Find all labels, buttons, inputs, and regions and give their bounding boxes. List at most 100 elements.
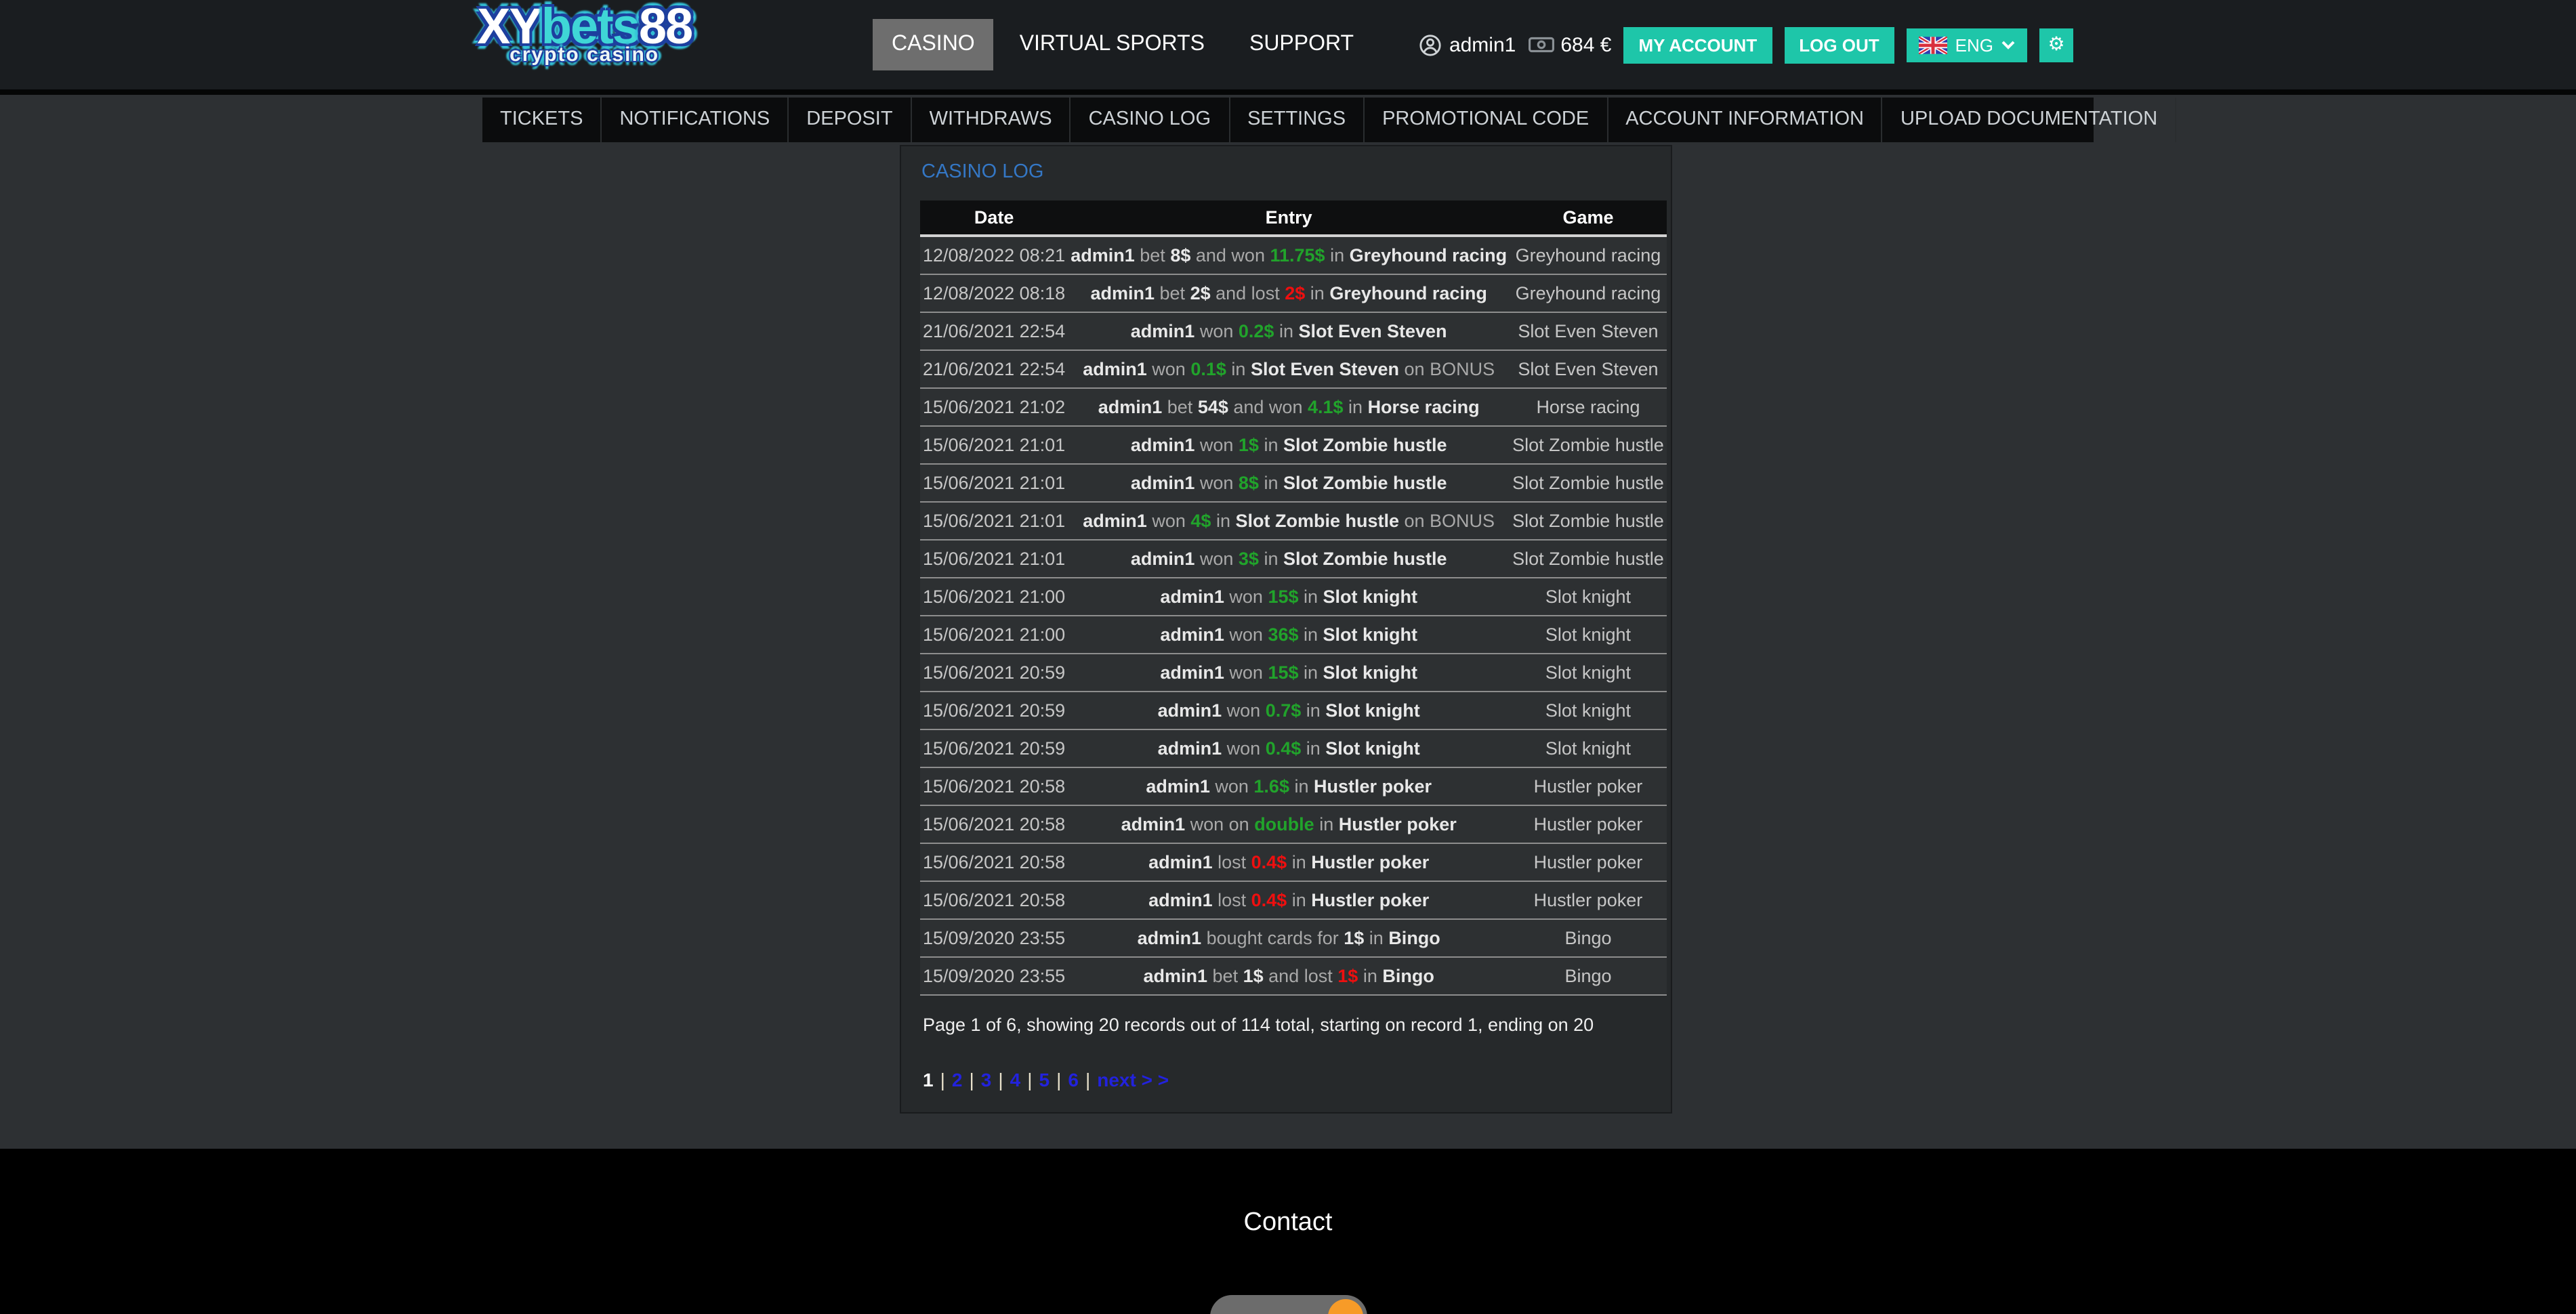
cell-entry: admin1 bought cards for 1$ in Bingo [1068, 919, 1510, 958]
balance: 684 € [1528, 33, 1611, 56]
subnav-item-settings[interactable]: SETTINGS [1230, 98, 1365, 142]
cell-date: 15/06/2021 21:00 [920, 578, 1068, 616]
pagination-separator: | [1027, 1069, 1033, 1090]
top-header: XYbets88 crypto casino CASINO VIRTUAL SP… [0, 0, 2576, 89]
nav-item-virtual-sports[interactable]: VIRTUAL SPORTS [1001, 19, 1224, 70]
table-row: 15/06/2021 20:58 admin1 lost 0.4$ in Hust… [920, 843, 1667, 882]
page-footer: Contact [0, 1149, 2576, 1314]
cell-date: 15/06/2021 21:02 [920, 388, 1068, 427]
pagination-page-5[interactable]: 5 [1039, 1069, 1050, 1090]
cell-date: 15/06/2021 21:01 [920, 540, 1068, 578]
cell-game: Slot knight [1510, 578, 1667, 616]
cell-date: 15/06/2021 20:58 [920, 881, 1068, 920]
pagination-separator: | [940, 1069, 945, 1090]
cell-game: Slot Zombie hustle [1510, 464, 1667, 503]
cell-game: Slot Zombie hustle [1510, 540, 1667, 578]
cell-date: 15/06/2021 20:58 [920, 843, 1068, 882]
cell-game: Hustler poker [1510, 805, 1667, 844]
cell-date: 21/06/2021 22:54 [920, 350, 1068, 389]
cell-entry: admin1 won 0.1$ in Slot Even Steven on B… [1068, 350, 1510, 389]
main-nav: CASINO VIRTUAL SPORTS SUPPORT [873, 0, 1373, 89]
cell-game: Bingo [1510, 919, 1667, 958]
table-row: 21/06/2021 22:54 admin1 won 0.2$ in Slot … [920, 312, 1667, 351]
page-title: CASINO LOG [921, 161, 1044, 183]
pagination-next[interactable]: next > > [1097, 1069, 1169, 1090]
table-row: 15/06/2021 21:01 admin1 won 4$ in Slot Zo… [920, 502, 1667, 541]
my-account-button[interactable]: MY ACCOUNT [1623, 26, 1772, 63]
cell-entry: admin1 won 0.7$ in Slot knight [1068, 692, 1510, 730]
subnav-item-tickets[interactable]: TICKETS [482, 98, 602, 142]
chat-widget[interactable] [1209, 1295, 1367, 1314]
nav-item-casino[interactable]: CASINO [873, 19, 994, 70]
cell-game: Slot Even Steven [1510, 312, 1667, 351]
cell-entry: admin1 won 0.4$ in Slot knight [1068, 729, 1510, 768]
cell-entry: admin1 bet 8$ and won 11.75$ in Greyhoun… [1068, 236, 1510, 275]
subnav-item-notifications[interactable]: NOTIFICATIONS [602, 98, 789, 142]
table-row: 15/06/2021 20:59 admin1 won 15$ in Slot k… [920, 654, 1667, 692]
cell-date: 15/06/2021 20:59 [920, 654, 1068, 692]
pagination-separator: | [1085, 1069, 1091, 1090]
cell-date: 15/06/2021 21:01 [920, 502, 1068, 541]
subnav-item-withdraws[interactable]: WITHDRAWS [912, 98, 1071, 142]
nav-item-support[interactable]: SUPPORT [1230, 19, 1373, 70]
language-selector[interactable]: ENG [1906, 28, 2027, 62]
cell-entry: admin1 won 3$ in Slot Zombie hustle [1068, 540, 1510, 578]
uk-flag-icon [1918, 36, 1947, 54]
logo-tagline: crypto casino [510, 43, 660, 66]
pagination-page-3[interactable]: 3 [981, 1069, 992, 1090]
pagination-page-4[interactable]: 4 [1010, 1069, 1021, 1090]
subnav-item-upload-documentation[interactable]: UPLOAD DOCUMENTATION [1883, 98, 2177, 142]
cell-entry: admin1 lost 0.4$ in Hustler poker [1068, 843, 1510, 882]
subnav-item-deposit[interactable]: DEPOSIT [789, 98, 912, 142]
pagination: 1 | 2 | 3 | 4 | 5 | 6 | next > > [923, 1069, 1652, 1090]
cell-game: Slot Zombie hustle [1510, 426, 1667, 465]
table-row: 15/06/2021 20:59 admin1 won 0.7$ in Slot … [920, 692, 1667, 730]
cell-date: 15/06/2021 21:00 [920, 616, 1068, 654]
cell-date: 15/06/2021 20:58 [920, 767, 1068, 806]
cell-date: 12/08/2022 08:18 [920, 274, 1068, 313]
cell-entry: admin1 won 4$ in Slot Zombie hustle on B… [1068, 502, 1510, 541]
gear-icon: ⚙ [2048, 34, 2065, 56]
pagination-separator: | [969, 1069, 974, 1090]
cell-entry: admin1 won 1$ in Slot Zombie hustle [1068, 426, 1510, 465]
table-row: 15/09/2020 23:55 admin1 bet 1$ and lost 1… [920, 957, 1667, 996]
subnav-item-account-information[interactable]: ACCOUNT INFORMATION [1608, 98, 1883, 142]
cell-game: Slot knight [1510, 692, 1667, 730]
table-row: 15/06/2021 21:00 admin1 won 36$ in Slot k… [920, 616, 1667, 654]
username: admin1 [1449, 33, 1516, 56]
table-row: 15/06/2021 20:58 admin1 won on double in … [920, 805, 1667, 844]
table-row: 15/06/2021 21:00 admin1 won 15$ in Slot k… [920, 578, 1667, 616]
cell-entry: admin1 bet 54$ and won 4.1$ in Horse rac… [1068, 388, 1510, 427]
subnav-item-promotional-code[interactable]: PROMOTIONAL CODE [1365, 98, 1608, 142]
log-out-button[interactable]: LOG OUT [1784, 26, 1894, 63]
table-row: 21/06/2021 22:54 admin1 won 0.1$ in Slot … [920, 350, 1667, 389]
cell-entry: admin1 won 1.6$ in Hustler poker [1068, 767, 1510, 806]
table-row: 15/06/2021 20:58 admin1 lost 0.4$ in Hust… [920, 881, 1667, 920]
page: XYbets88 crypto casino CASINO VIRTUAL SP… [0, 0, 2576, 1314]
cell-entry: admin1 bet 2$ and lost 2$ in Greyhound r… [1068, 274, 1510, 313]
chat-bubble-icon [1327, 1299, 1363, 1314]
column-header-date: Date [920, 200, 1068, 237]
table-row: 15/06/2021 20:58 admin1 won 1.6$ in Hustl… [920, 767, 1667, 806]
cell-entry: admin1 won 0.2$ in Slot Even Steven [1068, 312, 1510, 351]
casino-log-table: Date Entry Game 12/08/2022 08:21 admin1 bet… [920, 200, 1667, 996]
cell-game: Hustler poker [1510, 767, 1667, 806]
pagination-page-2[interactable]: 2 [952, 1069, 963, 1090]
table-row: 15/09/2020 23:55 admin1 bought cards for … [920, 919, 1667, 958]
column-header-entry: Entry [1068, 200, 1510, 237]
subnav-item-casino-log[interactable]: CASINO LOG [1071, 98, 1230, 142]
cell-entry: admin1 won 15$ in Slot knight [1068, 578, 1510, 616]
contact-heading: Contact [1243, 1208, 1333, 1237]
settings-gear-button[interactable]: ⚙ [2039, 28, 2073, 62]
records-summary: Page 1 of 6, showing 20 records out of 1… [923, 1015, 1594, 1035]
cell-entry: admin1 won 15$ in Slot knight [1068, 654, 1510, 692]
language-code: ENG [1955, 35, 1993, 55]
cell-game: Greyhound racing [1510, 236, 1667, 275]
cell-date: 15/06/2021 20:59 [920, 692, 1068, 730]
table-row: 15/06/2021 21:01 admin1 won 8$ in Slot Zo… [920, 464, 1667, 503]
site-logo[interactable]: XYbets88 crypto casino [477, 1, 693, 66]
pagination-page-6[interactable]: 6 [1068, 1069, 1079, 1090]
cell-date: 15/09/2020 23:55 [920, 957, 1068, 996]
cell-game: Greyhound racing [1510, 274, 1667, 313]
table-row: 15/06/2021 21:01 admin1 won 1$ in Slot Zo… [920, 426, 1667, 465]
